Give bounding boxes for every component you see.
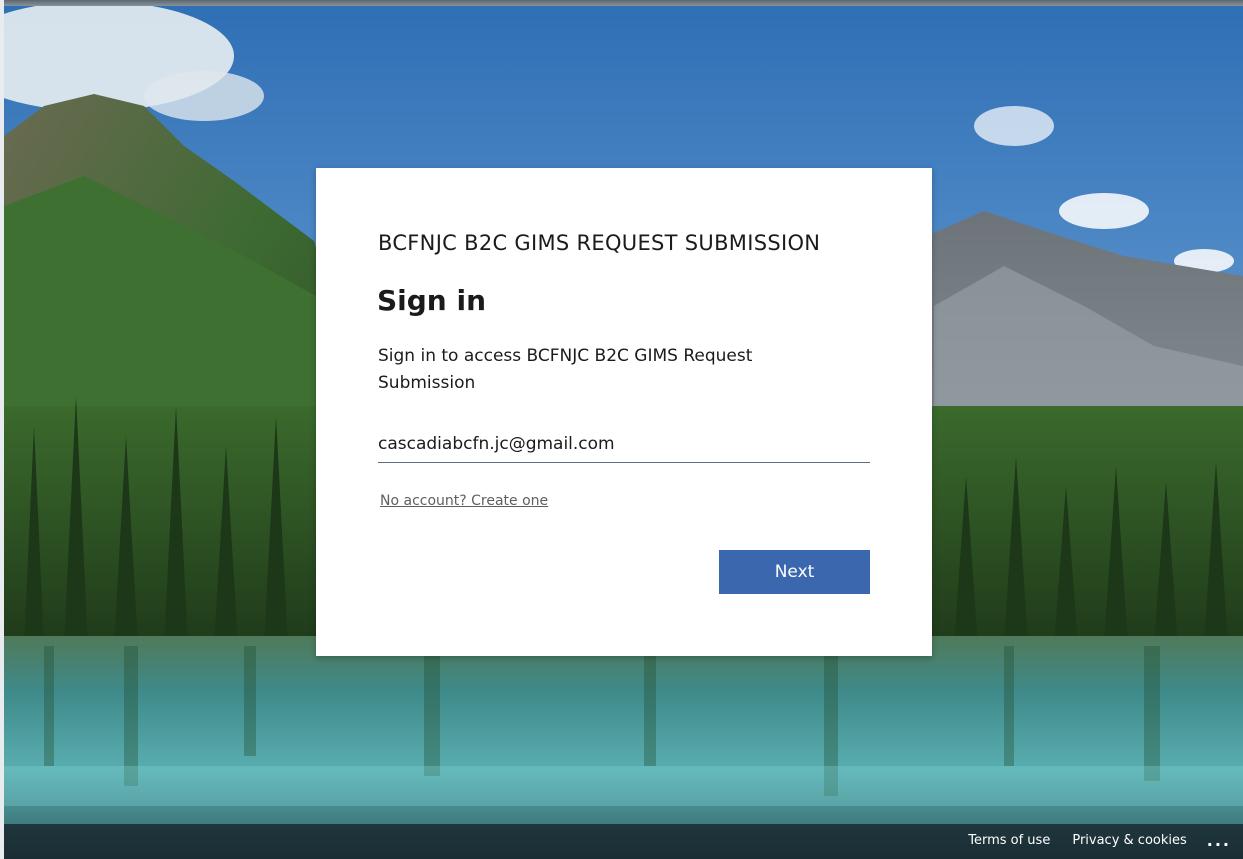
next-button[interactable]: Next (719, 550, 870, 594)
terms-of-use-link[interactable]: Terms of use (968, 833, 1050, 848)
footer-links: Terms of use Privacy & cookies ... (946, 833, 1231, 849)
brand-title: BCFNJC B2C GIMS REQUEST SUBMISSION (378, 231, 821, 255)
sign-in-page: BCFNJC B2C GIMS REQUEST SUBMISSION Sign … (0, 0, 1243, 859)
sign-in-description: Sign in to access BCFNJC B2C GIMS Reques… (378, 346, 753, 393)
create-account-link[interactable]: No account? Create one (380, 493, 548, 509)
sign-in-card: BCFNJC B2C GIMS REQUEST SUBMISSION Sign … (316, 168, 932, 656)
email-field[interactable] (378, 425, 870, 463)
footer-bar: Terms of use Privacy & cookies ... (4, 824, 1243, 859)
privacy-cookies-link[interactable]: Privacy & cookies (1072, 833, 1186, 848)
more-options-icon[interactable]: ... (1207, 833, 1231, 849)
sign-in-heading: Sign in (377, 284, 487, 317)
